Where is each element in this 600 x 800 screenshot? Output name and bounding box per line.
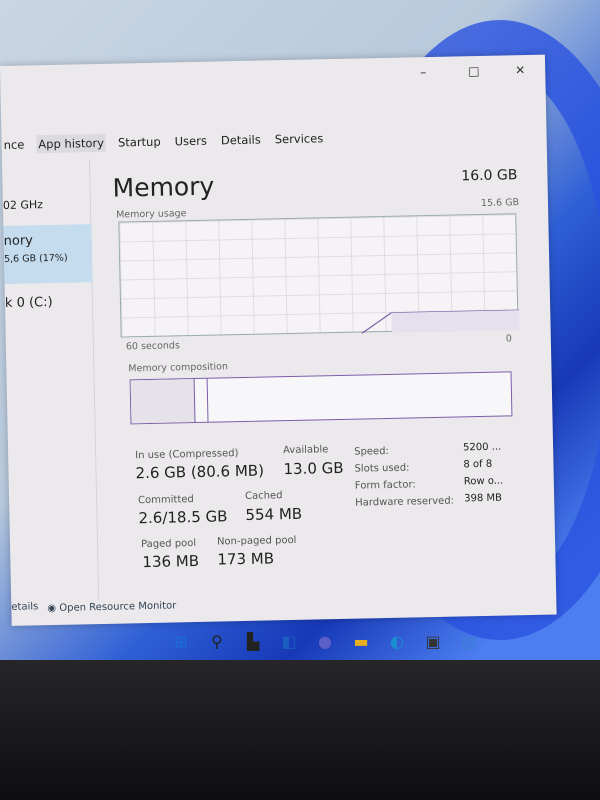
taskbar: ⊞ ⚲ ▙ ◧ ● ▬ ◐ ▣ ▤ <box>150 622 510 660</box>
search-icon[interactable]: ⚲ <box>206 630 228 652</box>
committed-value: 2.6/18.5 GB <box>138 507 228 528</box>
committed-label: Committed <box>138 494 194 507</box>
cached-value: 554 MB <box>245 504 303 524</box>
open-resource-monitor-link[interactable]: Open Resource Monitor <box>59 600 176 613</box>
nonpaged-value: 173 MB <box>217 549 275 569</box>
available-value: 13.0 GB <box>283 458 344 479</box>
in-use-label: In use (Compressed) <box>135 448 239 462</box>
minimize-button[interactable]: – <box>420 65 426 79</box>
task-manager-icon[interactable]: ▤ <box>458 630 480 652</box>
edge-icon[interactable]: ◐ <box>386 630 408 652</box>
close-button[interactable]: ✕ <box>515 63 525 77</box>
memory-label: nory <box>3 233 34 249</box>
cached-label: Cached <box>244 490 283 502</box>
usage-label: Memory usage <box>116 208 187 221</box>
total-memory: 16.0 GB <box>461 167 518 185</box>
composition-label: Memory composition <box>128 361 229 375</box>
paged-label: Paged pool <box>140 537 197 551</box>
slots-label: Slots used: <box>354 462 410 475</box>
laptop-bezel <box>0 660 600 800</box>
tab-details[interactable]: Details <box>219 131 263 150</box>
modified-segment <box>197 378 209 422</box>
speed-value: 5200 ... <box>462 441 502 454</box>
page-title: Memory <box>112 171 215 203</box>
chat-icon[interactable]: ● <box>314 630 336 652</box>
in-use-segment <box>130 378 196 424</box>
memory-composition-bar <box>129 371 513 425</box>
tab-performance[interactable]: nce <box>1 135 26 154</box>
task-manager-window: – □ ✕ nce App history Startup Users Deta… <box>0 54 557 626</box>
paged-value: 136 MB <box>142 551 200 572</box>
form-factor-label: Form factor: <box>354 479 416 492</box>
available-label: Available <box>283 444 329 457</box>
sidebar-item-memory[interactable]: nory 5,6 GB (17%) <box>3 224 93 284</box>
cpu-speed: 02 GHz <box>2 198 44 212</box>
monitor-icon: ◉ <box>47 602 57 615</box>
usage-max: 15.6 GB <box>480 197 520 209</box>
widgets-icon[interactable]: ◧ <box>278 630 300 652</box>
speed-label: Speed: <box>354 445 389 458</box>
hw-reserved-value: 398 MB <box>464 492 503 505</box>
form-factor-value: Row o... <box>463 475 504 488</box>
time-label: 60 seconds <box>125 340 180 353</box>
tab-users[interactable]: Users <box>172 132 209 151</box>
tab-app-history[interactable]: App history <box>36 133 107 154</box>
memory-value: 5,6 GB (17%) <box>3 252 68 265</box>
task-view-icon[interactable]: ▙ <box>242 630 264 652</box>
hw-reserved-label: Hardware reserved: <box>355 495 455 509</box>
nonpaged-label: Non-paged pool <box>216 534 297 548</box>
maximize-button[interactable]: □ <box>468 64 480 78</box>
tab-startup[interactable]: Startup <box>116 133 163 152</box>
sidebar-item-disk[interactable]: k 0 (C:) <box>5 295 53 311</box>
start-icon[interactable]: ⊞ <box>170 630 192 652</box>
tab-bar: nce App history Startup Users Details Se… <box>1 129 325 154</box>
tab-services[interactable]: Services <box>273 129 326 148</box>
slots-value: 8 of 8 <box>463 458 493 471</box>
fewer-details-link[interactable]: etails <box>11 601 38 613</box>
store-icon[interactable]: ▣ <box>422 630 444 652</box>
file-explorer-icon[interactable]: ▬ <box>350 630 372 652</box>
in-use-value: 2.6 GB (80.6 MB) <box>135 461 265 483</box>
screen: – □ ✕ nce App history Startup Users Deta… <box>0 0 600 660</box>
sidebar: 02 GHz nory 5,6 GB (17%) k 0 (C:) <box>1 159 100 601</box>
memory-usage-graph <box>118 213 520 338</box>
time-min: 0 <box>505 333 512 345</box>
usage-line <box>361 309 520 334</box>
